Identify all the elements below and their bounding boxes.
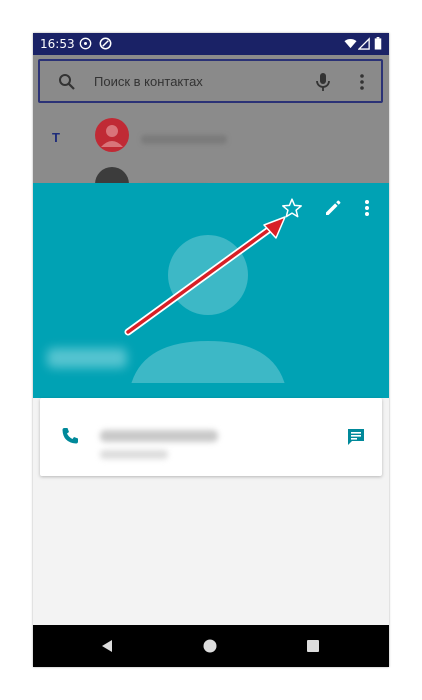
contact-name-blurred — [47, 348, 127, 368]
more-vert-icon[interactable] — [358, 72, 366, 92]
status-time: 16:53 — [40, 37, 75, 51]
contact-avatar — [95, 118, 129, 152]
star-outline-icon[interactable] — [281, 197, 303, 219]
default-avatar-icon — [131, 235, 285, 383]
phone-icon — [62, 428, 78, 444]
search-placeholder: Поиск в контактах — [94, 74, 203, 89]
edit-pencil-icon[interactable] — [323, 198, 343, 218]
more-vert-icon[interactable] — [363, 198, 371, 218]
contact-header — [33, 183, 389, 398]
signal-icon — [358, 37, 370, 50]
phone-number-blurred — [100, 430, 218, 442]
phone-number-row[interactable] — [40, 398, 382, 476]
battery-icon — [374, 37, 382, 50]
contact-name-blurred — [141, 135, 227, 144]
status-bar: 16:53 — [33, 33, 389, 55]
phone-type-blurred — [100, 450, 168, 459]
navigation-bar — [33, 625, 389, 667]
search-icon — [59, 74, 75, 90]
vpn-icon — [99, 37, 112, 50]
phone-screen: 16:53 Т Поиск в контактах — [33, 33, 389, 667]
section-letter: Т — [52, 130, 60, 145]
person-icon — [101, 125, 123, 147]
wifi-icon — [344, 38, 357, 49]
recents-icon[interactable] — [306, 639, 320, 653]
home-icon[interactable] — [202, 638, 218, 654]
message-icon[interactable] — [345, 426, 367, 448]
microphone-icon[interactable] — [314, 72, 332, 92]
notification-badge-icon — [79, 37, 92, 50]
back-icon[interactable] — [99, 638, 115, 654]
search-bar[interactable]: Поиск в контактах — [38, 59, 383, 103]
